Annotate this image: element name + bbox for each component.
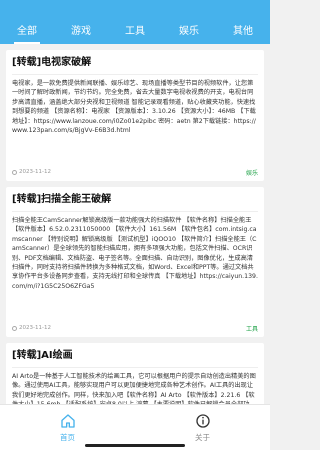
post-date: 2023-11-12 <box>12 169 51 175</box>
post-list[interactable]: [转载]电视家破解 电视家，是一款免费提供新闻联播、娱乐综艺、现场直播等类型节目… <box>0 44 270 404</box>
clock-icon <box>12 325 17 331</box>
tab-games[interactable]: 游戏 <box>54 26 108 44</box>
post-body: 扫描全能王CamScanner解锁高级版一款功能强大的扫描软件 【软件名称】扫描… <box>12 217 258 290</box>
post-date: 2023-11-12 <box>12 325 51 331</box>
home-indicator <box>85 444 185 447</box>
info-icon <box>195 413 210 428</box>
tab-other[interactable]: 其他 <box>216 26 270 44</box>
post-category-tag: 工具 <box>245 325 258 333</box>
nav-about-label: 关于 <box>195 432 210 442</box>
tab-tools[interactable]: 工具 <box>108 26 162 44</box>
tab-all[interactable]: 全部 <box>0 26 54 44</box>
post-meta: 2023-11-12 工具 <box>12 323 258 333</box>
post-body: 电视家，是一款免费提供新闻联播、娱乐综艺、现场直播等类型节目的视频软件，让您第一… <box>12 80 256 135</box>
post-title: [转载]电视家破解 <box>12 56 258 75</box>
post-date-text: 2023-11-12 <box>19 325 51 331</box>
home-icon <box>60 413 75 428</box>
post-card[interactable]: [转载]电视家破解 电视家，是一款免费提供新闻联播、娱乐综艺、现场直播等类型节目… <box>6 50 264 181</box>
nav-home-label: 首页 <box>60 432 75 442</box>
post-date-text: 2023-11-12 <box>19 169 51 175</box>
post-meta: 2023-11-12 娱乐 <box>12 167 258 177</box>
post-title: [转载]扫描全能王破解 <box>12 193 258 212</box>
post-category-tag: 娱乐 <box>245 169 258 177</box>
post-card[interactable]: [转载]AI绘画 AI Arto是一种基于人工智能技术的绘画工具，它可以根据用户… <box>6 343 264 404</box>
category-tab-bar: 全部 游戏 工具 娱乐 其他 <box>0 0 270 44</box>
post-card[interactable]: [转载]扫描全能王破解 扫描全能王CamScanner解锁高级版一款功能强大的扫… <box>6 187 264 337</box>
post-title: [转载]AI绘画 <box>12 349 258 368</box>
tab-entertainment[interactable]: 娱乐 <box>162 26 216 44</box>
post-body: AI Arto是一种基于人工智能技术的绘画工具，它可以根据用户的提示自动创造出精… <box>12 373 256 404</box>
clock-icon <box>12 169 17 175</box>
